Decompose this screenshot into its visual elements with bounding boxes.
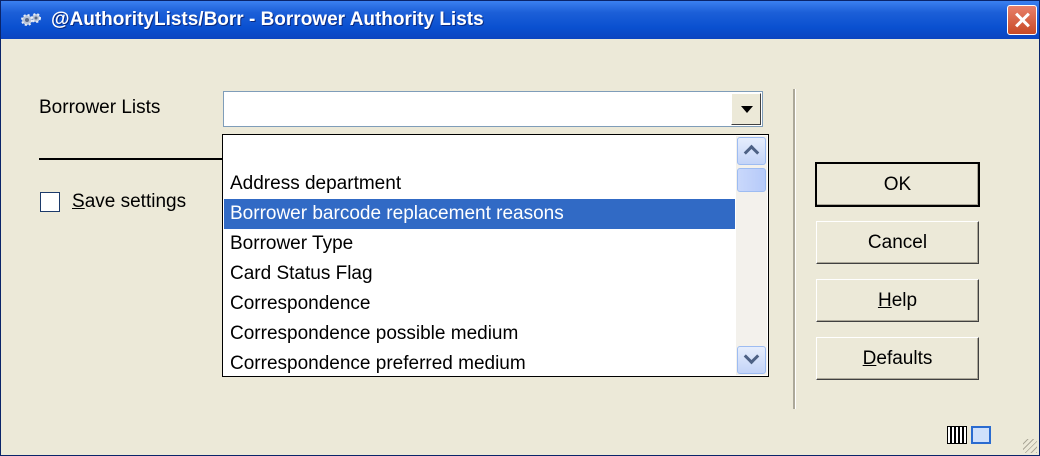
help-button[interactable]: Help [816,279,979,322]
save-settings-checkbox[interactable] [40,192,60,212]
borrower-lists-label: Borrower Lists [39,97,161,118]
save-settings-mnemonic: S [72,191,85,212]
dialog-window: @AuthorityLists/Borr - Borrower Authorit… [0,0,1040,456]
dropdown-item[interactable]: Address department [224,169,735,199]
chevron-down-icon[interactable] [731,93,761,125]
dropdown-item[interactable]: Card Status Flag [224,259,735,289]
vertical-separator [793,89,796,409]
gears-icon [21,13,41,26]
scroll-thumb[interactable] [737,168,766,192]
expand-icon[interactable] [971,426,991,444]
dropdown-list: Address department Borrower barcode repla… [224,169,735,376]
keyboard-grid-icon[interactable] [947,426,967,444]
resize-grip-icon[interactable] [1023,439,1037,453]
dropdown-item[interactable]: Correspondence preferred medium [224,349,735,376]
separator-line [39,158,223,160]
save-settings-label[interactable]: Save settings [72,191,186,213]
dropdown-item[interactable]: Correspondence possible medium [224,319,735,349]
dropdown-item[interactable]: Borrower barcode replacement reasons [224,199,735,229]
dropdown-scrollbar[interactable] [736,136,767,375]
scroll-down-icon[interactable] [737,346,766,374]
window-title: @AuthorityLists/Borr - Borrower Authorit… [51,9,484,30]
scroll-up-icon[interactable] [737,137,766,165]
dropdown-item[interactable]: Correspondence [224,289,735,319]
borrower-lists-dropdown[interactable]: Address department Borrower barcode repla… [222,134,769,377]
dropdown-item[interactable]: Borrower Type [224,229,735,259]
ok-button[interactable]: OK [815,162,980,207]
title-bar[interactable]: @AuthorityLists/Borr - Borrower Authorit… [1,1,1039,39]
defaults-button[interactable]: Defaults [816,337,979,380]
cancel-button[interactable]: Cancel [816,221,979,264]
borrower-lists-combobox[interactable] [223,91,763,127]
close-icon[interactable] [1007,5,1037,35]
